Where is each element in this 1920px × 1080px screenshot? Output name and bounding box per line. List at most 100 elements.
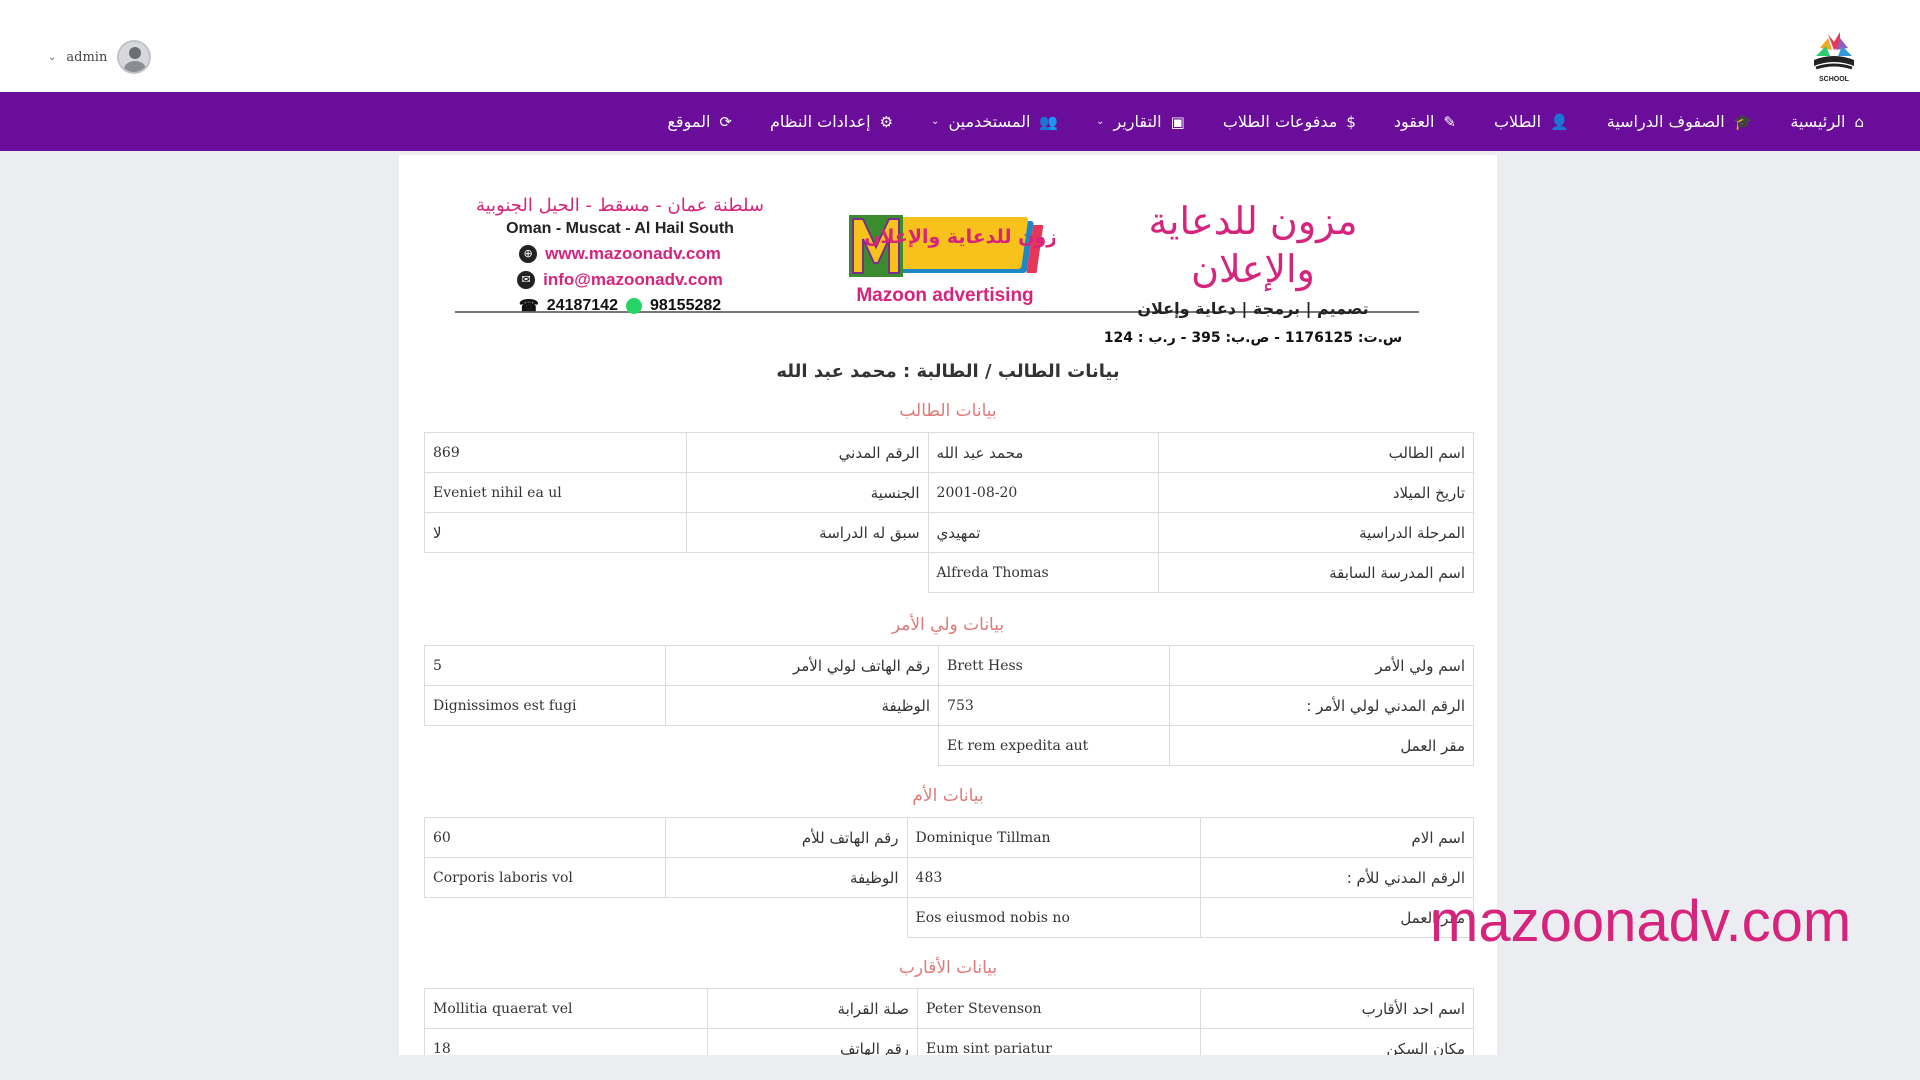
site-icon: ⟳ bbox=[719, 112, 732, 131]
dollar-icon: $ bbox=[1346, 112, 1356, 131]
field-label: المرحلة الدراسية bbox=[1158, 512, 1474, 553]
address-ar: سلطنة عمان - مسقط - الحيل الجنوبية bbox=[475, 195, 765, 216]
nav-item-label: التقارير bbox=[1113, 112, 1162, 131]
table-row: الرقم المدني لولي الأمر :753 الوظيفة Digni… bbox=[423, 685, 1475, 726]
field-label: اسم احد الأقارب bbox=[1200, 988, 1474, 1029]
section-title-mother: بيانات الأم bbox=[912, 786, 984, 806]
mazoon-logo-en: Mazoon advertising bbox=[856, 285, 1033, 306]
table-row: تاريخ الميلاد 2001-08-20 الجنسية Eveniet ni… bbox=[423, 472, 1474, 513]
empty-cell bbox=[666, 726, 939, 766]
watermark: mazoonadv.com bbox=[1430, 889, 1852, 954]
field-value: Eum sint pariatur bbox=[917, 1028, 1202, 1055]
empty-cell bbox=[687, 553, 928, 593]
page-title: بيانات الطالب / الطالبة : محمد عبد الله bbox=[776, 361, 1120, 382]
field-label: مقر العمل bbox=[1168, 725, 1475, 766]
field-value: محمد عبد الله bbox=[927, 432, 1160, 473]
gear-icon: ⚙ bbox=[879, 112, 894, 131]
field-value: 60 bbox=[423, 817, 667, 858]
user-menu[interactable]: ⌄ admin bbox=[48, 40, 152, 74]
field-label: رقم الهاتف لولي الأمر bbox=[665, 645, 940, 686]
website-text: www.mazoonadv.com bbox=[545, 244, 721, 263]
table-row: الرقم المدني للأم :483 الوظيفة Corporis la… bbox=[423, 857, 1474, 898]
nav-item-4[interactable]: $ مدفوعات الطلاب bbox=[1223, 112, 1356, 131]
field-label: تاريخ الميلاد bbox=[1158, 472, 1474, 513]
field-label: الوظيفة bbox=[665, 685, 940, 726]
letterhead: سلطنة عمان - مسقط - الحيل الجنوبية Oman … bbox=[455, 183, 1419, 346]
field-value: 753 bbox=[938, 685, 1170, 726]
registration-info: س.ت: 1176125 - ص.ب: 395 - ر.ب : 124 bbox=[1103, 330, 1403, 346]
contract-icon: ✎ bbox=[1443, 112, 1456, 131]
chevron-down-icon: ⌄ bbox=[931, 116, 940, 127]
home-icon: ⌂ bbox=[1854, 112, 1864, 131]
field-value: Mollitia quaerat vel bbox=[423, 988, 709, 1029]
user-name[interactable]: admin bbox=[66, 50, 107, 65]
brand-ar: مزون للدعاية والإعلان bbox=[1148, 199, 1358, 291]
chevron-down-icon: ⌄ bbox=[1096, 116, 1105, 127]
mazoon-logo: مزون للدعاية والإعلان Mazoon advertising bbox=[849, 215, 1055, 306]
nav-item-5[interactable]: ▣ التقارير ⌄ bbox=[1096, 112, 1185, 131]
nav-item-6[interactable]: 👥 المستخدمين ⌄ bbox=[931, 112, 1058, 131]
student-icon: 👤 bbox=[1550, 112, 1569, 131]
nav-item-2[interactable]: 👤 الطلاب bbox=[1494, 112, 1569, 131]
field-label: مكان السكن bbox=[1200, 1028, 1474, 1055]
field-value: تمهيدي bbox=[927, 512, 1160, 553]
brand-tagline: تصميم | برمجة | دعاية وإعلان bbox=[1137, 299, 1369, 318]
relatives-table: اسم احد الأقارب Peter Stevenson صلة القراب… bbox=[423, 988, 1474, 1055]
field-value: 483 bbox=[906, 857, 1202, 898]
field-label: اسم ولي الأمر bbox=[1168, 645, 1475, 686]
email-text: info@mazoonadv.com bbox=[543, 270, 723, 289]
table-row: مقر العمل Et rem expedita aut bbox=[425, 725, 1475, 766]
main-nav: ⌂ الرئيسية 🎓 الصفوف الدراسية 👤 الطلاب ✎ العقود $… bbox=[0, 92, 1920, 151]
nav-item-8[interactable]: ⟳ الموقع bbox=[667, 112, 732, 131]
nav-item-3[interactable]: ✎ العقود bbox=[1394, 112, 1456, 131]
empty-cell bbox=[425, 898, 666, 938]
table-row: المرحلة الدراسية تمهيدي سبق له الدراسة لا bbox=[423, 512, 1474, 553]
letterhead-brand: مزون للدعاية والإعلان تصميم | برمجة | دع… bbox=[1103, 197, 1403, 346]
whatsapp-icon bbox=[625, 298, 642, 314]
phone-icon: ☎ bbox=[518, 298, 539, 315]
table-row: اسم احد الأقارب Peter Stevenson صلة القراب… bbox=[423, 988, 1474, 1029]
field-value: Peter Stevenson bbox=[917, 988, 1202, 1029]
school-logo[interactable]: SCHOOL bbox=[1806, 28, 1862, 84]
field-label: اسم الطالب bbox=[1158, 432, 1474, 473]
field-value: Brett Hess bbox=[938, 645, 1170, 686]
section-title-guardian: بيانات ولي الأمر bbox=[891, 615, 1005, 635]
nav-item-label: مدفوعات الطلاب bbox=[1222, 112, 1338, 131]
top-bar: ⌄ admin SCHOOL bbox=[0, 0, 1920, 92]
field-label: الرقم المدني لولي الأمر : bbox=[1168, 685, 1475, 726]
letterhead-contact: سلطنة عمان - مسقط - الحيل الجنوبية Oman … bbox=[475, 195, 765, 322]
nav-item-label: المستخدمين bbox=[948, 112, 1031, 131]
field-value: Eos eiusmod nobis no bbox=[906, 897, 1202, 938]
field-value: 2001-08-20 bbox=[927, 472, 1160, 513]
empty-cell bbox=[666, 898, 907, 938]
guardian-table: اسم ولي الأمر Brett Hess رقم الهاتف لولي ا… bbox=[423, 645, 1475, 766]
field-label: الجنسية bbox=[686, 472, 929, 513]
table-row: مقر العمل Eos eiusmod nobis no bbox=[425, 897, 1474, 938]
nav-item-1[interactable]: 🎓 الصفوف الدراسية bbox=[1607, 112, 1753, 131]
chevron-down-icon[interactable]: ⌄ bbox=[48, 52, 56, 63]
school-logo-text: SCHOOL bbox=[1819, 76, 1850, 83]
nav-item-label: الصفوف الدراسية bbox=[1606, 112, 1725, 131]
field-label: الوظيفة bbox=[665, 857, 908, 898]
empty-cell bbox=[425, 726, 666, 766]
globe-icon: ⊕ bbox=[519, 245, 538, 263]
field-label: اسم الام bbox=[1200, 817, 1474, 858]
field-value: Eveniet nihil ea ul bbox=[423, 472, 688, 513]
field-label: سبق له الدراسة bbox=[686, 512, 929, 553]
nav-item-0[interactable]: ⌂ الرئيسية bbox=[1790, 112, 1864, 131]
nav-items: ⌂ الرئيسية 🎓 الصفوف الدراسية 👤 الطلاب ✎ العقود $… bbox=[667, 92, 1864, 151]
field-value: Corporis laboris vol bbox=[423, 857, 667, 898]
section-title-relatives: بيانات الأقارب bbox=[898, 958, 998, 978]
field-value: 5 bbox=[423, 645, 667, 686]
table-row: اسم المدرسة السابقة Alfreda Thomas bbox=[425, 552, 1474, 593]
nav-item-7[interactable]: ⚙ إعدادات النظام bbox=[770, 112, 893, 131]
field-value: Et rem expedita aut bbox=[938, 725, 1170, 766]
mail-icon: ✉ bbox=[517, 271, 536, 289]
graduation-cap-icon: 🎓 bbox=[1733, 112, 1753, 131]
student-details-card: سلطنة عمان - مسقط - الحيل الجنوبية Oman … bbox=[399, 155, 1497, 1055]
mazoon-logo-ar: مزون للدعاية والإعلان bbox=[864, 226, 1055, 248]
nav-item-label: الطلاب bbox=[1493, 112, 1542, 131]
field-label: رقم الهاتف للأم bbox=[665, 817, 908, 858]
avatar[interactable] bbox=[117, 40, 152, 74]
field-label: الرقم المدني bbox=[686, 432, 929, 473]
